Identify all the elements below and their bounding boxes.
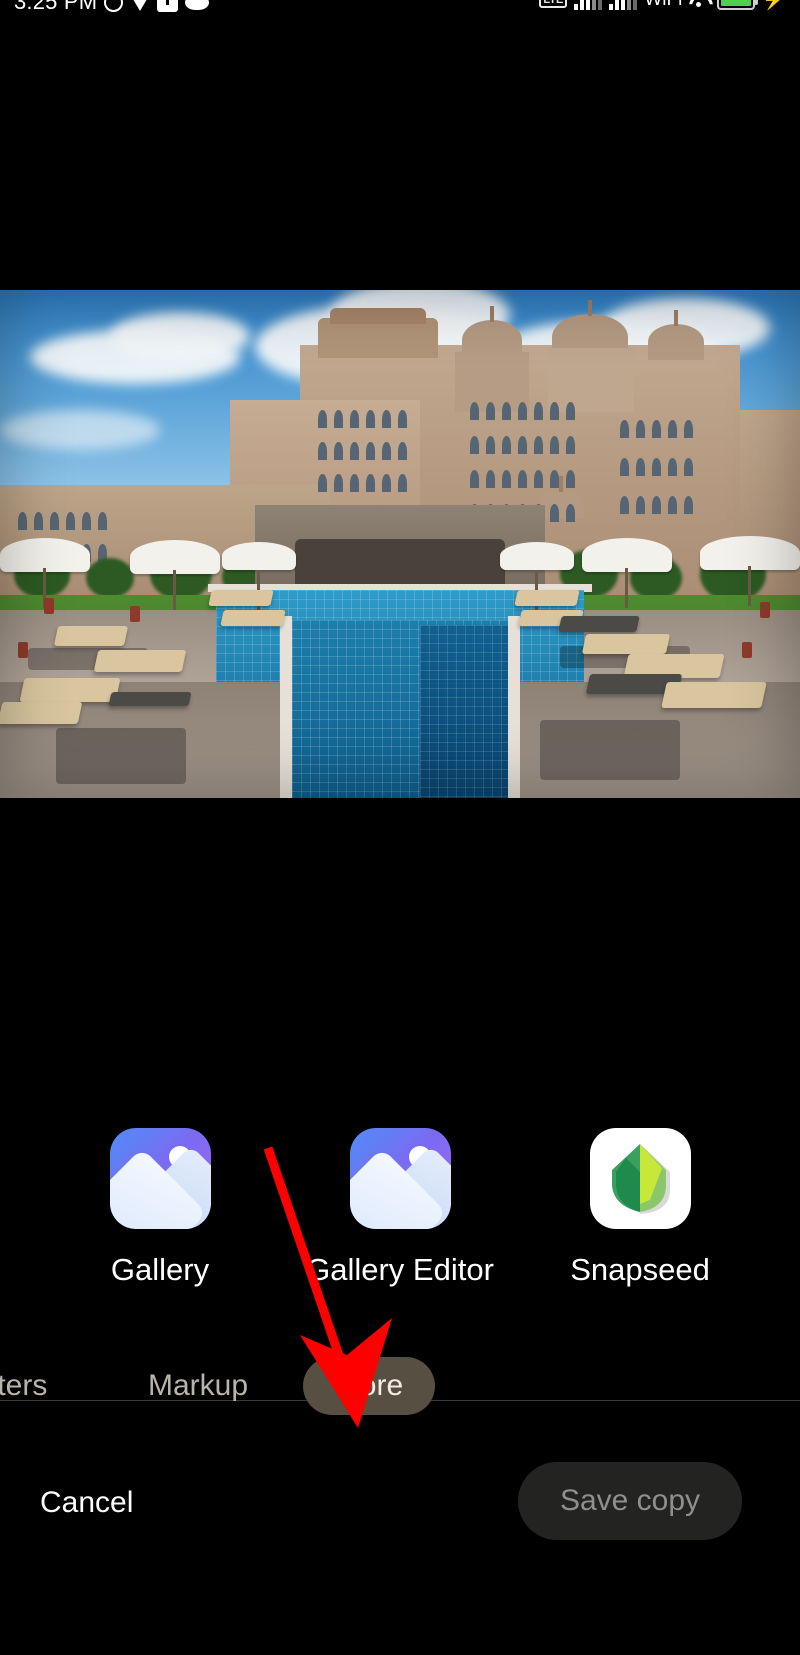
- cancel-button-label: Cancel: [40, 1486, 134, 1519]
- clock-icon: [104, 0, 124, 12]
- status-time: 3:25 PM: [14, 0, 98, 14]
- edit-tool-tabs: ilters Markup More: [0, 1355, 800, 1417]
- photo-preview[interactable]: [0, 290, 800, 798]
- cancel-button[interactable]: Cancel: [40, 1473, 200, 1533]
- status-bar-right: LTE WiFi ⚡: [539, 0, 786, 10]
- snapseed-leaf-icon: [612, 1143, 670, 1214]
- signal-bars-icon-2: [609, 0, 638, 10]
- save-copy-button-label: Save copy: [559, 1484, 701, 1517]
- share-target-label: Snapseed: [570, 1252, 710, 1287]
- share-target-snapseed[interactable]: Snapseed: [560, 1128, 720, 1343]
- wifi-label: WiFi: [644, 0, 682, 10]
- tab-markup[interactable]: Markup: [148, 1369, 248, 1403]
- snapseed-app-icon[interactable]: [589, 1128, 691, 1229]
- battery-icon: [717, 0, 759, 10]
- gallery-app-icon[interactable]: [109, 1128, 211, 1229]
- cloud-icon: [185, 0, 210, 10]
- charging-bolt-icon: ⚡: [762, 0, 786, 11]
- signal-bars-icon-1: [574, 0, 603, 10]
- gallery-editor-app-icon[interactable]: [349, 1128, 451, 1229]
- lte-badge-icon: LTE: [539, 0, 568, 8]
- status-bar: 3:25 PM LTE WiFi ⚡: [0, 0, 800, 22]
- tab-more-label: More: [334, 1369, 404, 1402]
- wifi-icon: [689, 0, 710, 8]
- share-target-gallery-editor[interactable]: Gallery Editor: [306, 1128, 494, 1343]
- save-copy-button[interactable]: Save copy: [518, 1462, 742, 1540]
- status-bar-left: 3:25 PM: [14, 0, 210, 14]
- alert-icon: [157, 0, 179, 12]
- share-target-label: Gallery Editor: [306, 1252, 494, 1287]
- location-icon: [130, 0, 151, 11]
- share-app-row: Gallery Gallery Editor Snapseed: [0, 1128, 800, 1343]
- tab-filters[interactable]: ilters: [0, 1369, 47, 1403]
- share-target-gallery[interactable]: Gallery: [80, 1128, 240, 1343]
- tab-more[interactable]: More: [303, 1357, 435, 1415]
- share-target-label: Gallery: [110, 1252, 210, 1287]
- photo-image: [0, 290, 800, 798]
